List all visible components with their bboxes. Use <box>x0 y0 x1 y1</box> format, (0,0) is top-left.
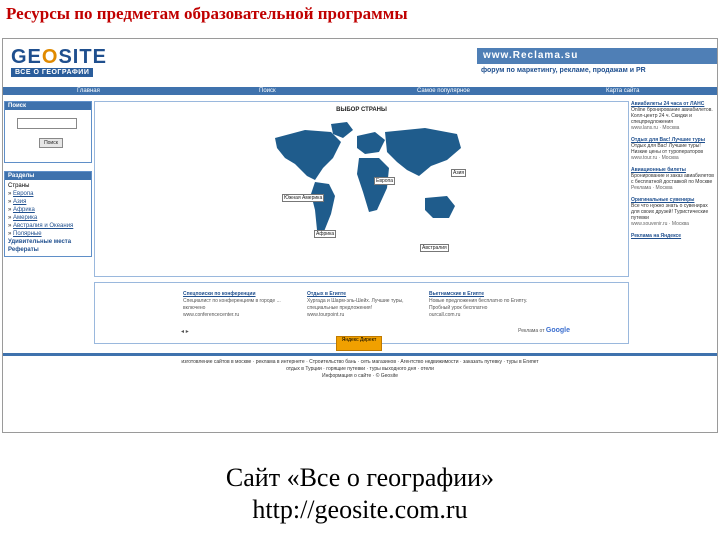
logo-word-o: O <box>41 46 59 68</box>
result-desc: Специалист по конференциям в городе ... … <box>183 298 281 311</box>
footer-line[interactable]: изготовление сайтов в москве · реклама в… <box>7 359 713 366</box>
banner-tagline: форум по маркетингу, рекламе, продажам и… <box>481 67 646 74</box>
result-title[interactable]: Вьетнамские в Египте <box>429 291 549 298</box>
africa-shape <box>357 158 389 212</box>
ad-url[interactable]: www.souvenir.ru · Москва <box>631 221 715 227</box>
result-title[interactable]: Спецпоиски по конференции <box>183 291 303 298</box>
result-desc: Новые предложения бесплатно по Египту. П… <box>429 298 528 311</box>
result-url[interactable]: www.conferencecenter.ru <box>183 312 303 319</box>
map-label-australia[interactable]: Австралия <box>420 244 449 252</box>
country-link-africa[interactable]: Африка <box>13 207 35 213</box>
logo-word-left: GE <box>11 46 42 68</box>
result-url[interactable]: ourcall.com.ru <box>429 312 549 319</box>
section-link-essays[interactable]: Рефераты <box>8 246 88 254</box>
map-label-europe[interactable]: Европа <box>374 177 396 185</box>
section-link-places[interactable]: Удивительные места <box>8 238 88 246</box>
list-item: Оригинальные сувениры Все что нужно знат… <box>631 197 715 227</box>
list-item: Реклама на Яндексе <box>631 233 715 239</box>
nav-item-sitemap[interactable]: Карта сайта <box>606 87 639 95</box>
ads-by-label: Реклама от <box>518 328 545 334</box>
slide-title: Ресурсы по предметам образовательной про… <box>6 4 408 23</box>
result-title[interactable]: Отдых в Египте <box>307 291 427 298</box>
list-item: Отдых для Вас! Лучшие туры Отдых для Вас… <box>631 137 715 161</box>
list-item: Авиабилеты 24 часа от ЛАНС Online бронир… <box>631 101 715 131</box>
country-link-polar[interactable]: Полярные <box>13 231 42 237</box>
right-ads-column: Авиабилеты 24 часа от ЛАНС Online бронир… <box>631 101 715 245</box>
list-item: Спецпоиски по конференции Специалист по … <box>183 291 303 319</box>
site-logo[interactable]: GEOSITE ВСЕ О ГЕОГРАФИИ <box>11 47 119 77</box>
list-item: » Азия <box>8 199 27 205</box>
ad-desc: Отдых для Вас! Лучшие туры! Низкие цены … <box>631 143 704 155</box>
asia-shape <box>385 128 461 176</box>
ad-title[interactable]: Реклама на Яндексе <box>631 233 715 239</box>
pager-arrows: ◂ ▸ <box>181 328 189 335</box>
world-map[interactable] <box>261 118 469 242</box>
banner-domain: www.Reclama.su <box>477 48 717 64</box>
list-item: » Африка <box>8 207 35 213</box>
footer-line[interactable]: отдых в Турции · горящие путевки · туры … <box>7 366 713 373</box>
ad-desc: Все что нужно знать о сувенирах для свои… <box>631 203 709 221</box>
europe-shape <box>357 132 385 154</box>
footer-links: изготовление сайтов в москве · реклама в… <box>7 359 713 380</box>
site-header: GEOSITE ВСЕ О ГЕОГРАФИИ www.Reclama.su ф… <box>3 39 717 86</box>
australia-shape <box>425 196 455 218</box>
footer-divider <box>3 353 717 356</box>
list-item: » Австралия и Океания <box>8 223 74 229</box>
caption-url: http://geosite.com.ru <box>252 495 468 524</box>
main-nav: Главная Поиск Самое популярное Карта сай… <box>3 87 717 95</box>
result-desc: Хургада и Шарм-эль-Шейх. Лучшие туры, сп… <box>307 298 404 311</box>
ad-url[interactable]: www.tour.ru · Москва <box>631 155 715 161</box>
ad-desc: Online бронирование авиабилетов. Колл-це… <box>631 107 713 125</box>
next-arrow-icon[interactable]: ▸ <box>186 329 189 335</box>
search-box-header: Поиск <box>5 102 91 110</box>
search-input[interactable] <box>17 118 77 129</box>
search-box: Поиск Поиск <box>4 101 92 163</box>
caption-site-name: Сайт «Все о географии» <box>225 463 495 492</box>
map-label-south-america[interactable]: Южная Америка <box>282 194 325 202</box>
country-link-asia[interactable]: Азия <box>13 199 26 205</box>
ad-desc: Бронирование и заказ авиабилетов с беспл… <box>631 173 714 185</box>
ad-url[interactable]: www.lans.ru · Москва <box>631 125 715 131</box>
result-url[interactable]: www.tourpoint.ru <box>307 312 427 319</box>
map-title: ВЫБОР СТРАНЫ <box>336 107 387 113</box>
website-screenshot: GEOSITE ВСЕ О ГЕОГРАФИИ www.Reclama.su ф… <box>2 38 718 433</box>
logo-subtitle: ВСЕ О ГЕОГРАФИИ <box>11 68 94 77</box>
sections-box: Разделы Страны » Европа » Азия » Африка … <box>4 171 92 257</box>
country-link-europe[interactable]: Европа <box>13 191 33 197</box>
list-item: Отдых в Египте Хургада и Шарм-эль-Шейх. … <box>307 291 427 319</box>
logo-word: GEOSITE <box>11 47 119 67</box>
list-item: » Полярные <box>8 231 42 237</box>
list-item: Вьетнамские в Египте Новые предложения б… <box>429 291 549 319</box>
map-label-asia[interactable]: Азия <box>451 169 467 177</box>
country-link-australia[interactable]: Австралия и Океания <box>13 223 73 229</box>
footer-line: Информация о сайте · © Geosite <box>321 373 398 379</box>
ad-results-box: Спецпоиски по конференции Специалист по … <box>94 282 629 344</box>
left-column: Поиск Поиск Разделы Страны » Европа » Аз… <box>4 101 92 265</box>
ad-url[interactable]: Реклама · Москва <box>631 185 715 191</box>
nav-item-popular[interactable]: Самое популярное <box>417 87 470 95</box>
list-item: » Европа <box>8 191 34 197</box>
countries-label: Страны <box>8 183 30 189</box>
north-america-shape <box>275 130 341 180</box>
list-item: » Америка <box>8 215 38 221</box>
prev-arrow-icon[interactable]: ◂ <box>181 329 184 335</box>
sections-box-header: Разделы <box>5 172 91 180</box>
country-link-america[interactable]: Америка <box>13 215 37 221</box>
nav-item-home[interactable]: Главная <box>77 87 100 95</box>
yandex-direct-button[interactable]: Яндекс Директ <box>336 336 382 351</box>
logo-word-right: SITE <box>58 46 107 68</box>
center-column: ВЫБОР СТРАНЫ Южная Америка Европа Азия А… <box>94 101 629 344</box>
south-america-shape <box>311 182 335 234</box>
search-button[interactable]: Поиск <box>39 138 63 148</box>
slide-caption: Сайт «Все о географии» http://geosite.co… <box>0 462 720 526</box>
google-logo: Google <box>545 327 570 334</box>
list-item: Авиационные билеты Бронирование и заказ … <box>631 167 715 191</box>
map-label-africa[interactable]: Африка <box>314 230 337 238</box>
top-banner[interactable]: www.Reclama.su форум по маркетингу, рекл… <box>477 48 717 80</box>
ads-by-google[interactable]: Реклама от Google <box>518 327 570 334</box>
nav-item-search[interactable]: Поиск <box>259 87 276 95</box>
country-map-box: ВЫБОР СТРАНЫ Южная Америка Европа Азия А… <box>94 101 629 277</box>
